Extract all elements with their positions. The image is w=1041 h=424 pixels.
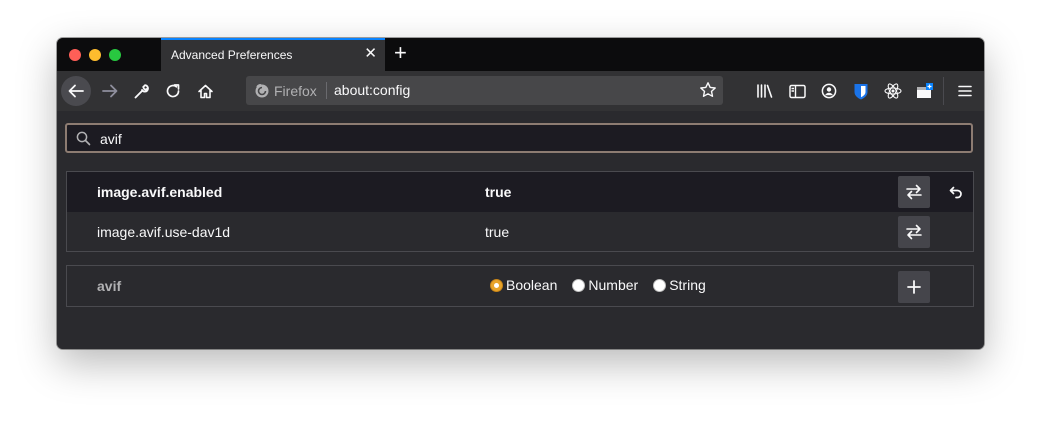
search-input[interactable]: avif bbox=[65, 123, 973, 153]
pref-name: image.avif.use-dav1d bbox=[97, 224, 231, 240]
arrow-left-icon bbox=[68, 84, 84, 98]
search-value[interactable]: avif bbox=[100, 131, 122, 147]
bookmark-button[interactable] bbox=[699, 81, 717, 104]
home-icon bbox=[197, 84, 213, 98]
bitwarden-icon bbox=[854, 83, 868, 99]
container-tab-icon bbox=[917, 83, 933, 98]
url-text[interactable]: about:config bbox=[334, 82, 410, 98]
back-button[interactable] bbox=[61, 76, 91, 106]
url-bar[interactable]: Firefox about:config bbox=[246, 76, 723, 105]
bitwarden-button[interactable] bbox=[851, 81, 871, 101]
add-button[interactable] bbox=[898, 271, 930, 303]
zoom-window-button[interactable] bbox=[109, 49, 121, 61]
browser-window: Advanced Preferences ✕ + Firefox about:c bbox=[57, 38, 984, 349]
menu-button[interactable] bbox=[955, 81, 975, 101]
radio-unselected-icon[interactable] bbox=[653, 278, 667, 292]
arrow-right-icon bbox=[102, 84, 118, 98]
reset-button[interactable] bbox=[944, 182, 966, 202]
preferences-table: image.avif.enabled true image.avif.use-d… bbox=[66, 171, 974, 252]
close-tab-icon[interactable]: ✕ bbox=[364, 46, 377, 62]
tab-bar: Advanced Preferences ✕ + bbox=[57, 38, 984, 71]
pref-value[interactable]: true bbox=[485, 224, 509, 240]
radio-unselected-icon[interactable] bbox=[572, 278, 586, 292]
plus-icon bbox=[907, 280, 921, 294]
forward-button[interactable] bbox=[95, 76, 125, 106]
react-devtools-icon bbox=[884, 83, 902, 99]
radio-number[interactable]: Number bbox=[572, 277, 638, 293]
star-icon bbox=[700, 82, 716, 97]
toggle-button[interactable] bbox=[898, 216, 930, 248]
identity-box[interactable]: Firefox bbox=[254, 76, 317, 105]
radio-string[interactable]: String bbox=[653, 277, 706, 293]
library-icon bbox=[757, 84, 773, 98]
sidebar-button[interactable] bbox=[787, 81, 807, 101]
close-window-button[interactable] bbox=[69, 49, 81, 61]
radio-label: Boolean bbox=[506, 277, 558, 293]
home-button[interactable] bbox=[190, 76, 220, 106]
minimize-window-button[interactable] bbox=[89, 49, 101, 61]
search-icon bbox=[76, 131, 91, 151]
tab-title: Advanced Preferences bbox=[171, 48, 293, 62]
url-separator bbox=[326, 82, 327, 99]
toolbar-separator bbox=[943, 77, 944, 105]
table-row: image.avif.use-dav1d true bbox=[67, 212, 973, 252]
toggle-arrows-icon bbox=[906, 224, 922, 240]
new-pref-name: avif bbox=[97, 278, 122, 294]
navigation-toolbar: Firefox about:config bbox=[57, 71, 984, 111]
toggle-button[interactable] bbox=[898, 176, 930, 208]
container-tab-button[interactable] bbox=[915, 81, 935, 101]
table-row: image.avif.enabled true bbox=[67, 172, 973, 212]
pref-name: image.avif.enabled bbox=[97, 184, 223, 200]
undo-icon bbox=[949, 186, 962, 199]
add-preference-row: avif Boolean Number String bbox=[66, 265, 974, 307]
react-devtools-button[interactable] bbox=[883, 81, 903, 101]
firefox-logo-icon bbox=[255, 83, 269, 97]
radio-selected-icon[interactable] bbox=[490, 278, 503, 292]
new-tab-button[interactable]: + bbox=[394, 41, 407, 65]
reload-icon bbox=[166, 84, 180, 98]
library-button[interactable] bbox=[755, 81, 775, 101]
about-config-page: avif image.avif.enabled true image.avif.… bbox=[57, 111, 984, 349]
account-icon bbox=[821, 83, 837, 99]
radio-label: Number bbox=[588, 277, 639, 293]
radio-label: String bbox=[669, 277, 706, 293]
sidebar-icon bbox=[788, 84, 806, 98]
menu-icon bbox=[958, 85, 972, 97]
pref-type-radio-group: Boolean Number String bbox=[490, 277, 721, 293]
developer-tools-button[interactable] bbox=[126, 76, 156, 106]
toggle-arrows-icon bbox=[906, 184, 922, 200]
reload-button[interactable] bbox=[158, 76, 188, 106]
account-button[interactable] bbox=[819, 81, 839, 101]
radio-boolean[interactable]: Boolean bbox=[490, 277, 557, 293]
tab-advanced-preferences[interactable]: Advanced Preferences ✕ bbox=[161, 38, 385, 71]
pref-value[interactable]: true bbox=[485, 184, 511, 200]
wrench-icon bbox=[134, 84, 149, 99]
identity-label: Firefox bbox=[274, 82, 317, 99]
